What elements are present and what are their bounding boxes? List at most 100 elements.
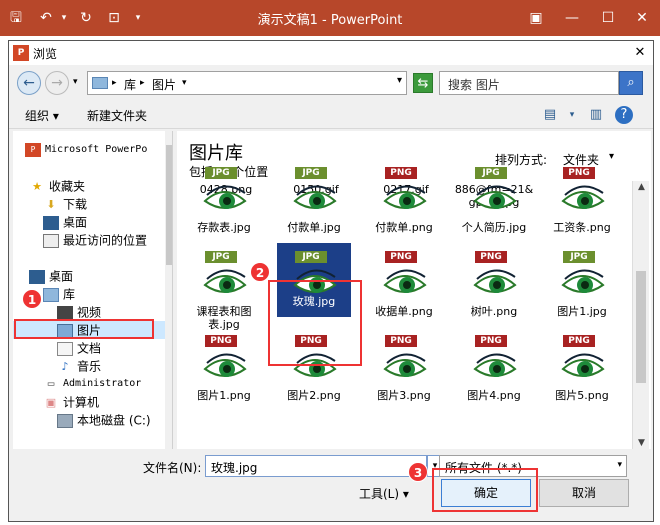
minimize-icon[interactable]: — [560,6,584,30]
nav-item-powerpoint[interactable]: P Microsoft PowerPo [25,141,172,159]
file-name: 图片1.png [197,389,251,402]
eye-icon [561,185,605,209]
breadcrumb-dropdown-icon[interactable]: ▾ [182,78,187,88]
presentation-icon[interactable]: ⊡ [104,8,124,28]
breadcrumb-library[interactable]: 库 [124,76,136,93]
user-folder-icon: ▭ [47,377,55,390]
forward-button[interactable]: → [45,71,69,95]
file-type-badge: PNG [475,335,507,347]
nav-item-recent[interactable]: 最近访问的位置 [43,231,172,249]
eye-icon [203,185,247,209]
jpg-file-icon: JPG [199,163,249,219]
eye-icon [203,269,247,293]
filename-input[interactable]: 玫瑰.jpg [205,455,427,477]
file-item[interactable]: PNG 图片1.png [181,331,267,427]
file-name: 树叶.png [470,305,518,318]
file-name: 课程表和图表.jpg [196,305,252,331]
file-name: 收据单.png [375,305,433,318]
video-icon [57,305,73,320]
nav-scrollbar[interactable] [165,131,172,449]
breadcrumb-separator-icon[interactable]: ▸ [140,78,145,88]
annotation-box-pictures [14,319,154,339]
file-scrollbar[interactable]: ▲ ▼ [632,181,649,449]
nav-item-favorites[interactable]: ★ 收藏夹 [29,177,172,195]
nav-item-local-disk[interactable]: 本地磁盘 (C:) [57,411,172,429]
close-icon[interactable]: ✕ [631,44,649,62]
tools-menu[interactable]: 工具(L) ▾ [359,485,409,502]
nav-item-documents[interactable]: 文档 [57,339,172,357]
step-badge-3: 3 [408,462,428,482]
cancel-button[interactable]: 取消 [539,479,629,507]
search-icon[interactable]: ⌕ [619,71,643,95]
breadcrumb-separator-icon[interactable]: ▸ [112,78,117,88]
file-item[interactable]: PNG 收据单.png [361,247,447,343]
file-item[interactable]: JPG 图片1.jpg [539,247,625,343]
search-input[interactable]: 搜索 图片 [439,71,619,95]
eye-icon [473,353,517,377]
nav-item-music[interactable]: ♪ 音乐 [57,357,172,375]
dialog-footer: 文件名(N): 玫瑰.jpg ▾ 所有文件 (*.*) ▾ 工具(L) ▾ 确定… [9,451,653,523]
address-dropdown-icon[interactable]: ▾ [397,75,402,86]
nav-item-libraries[interactable]: 库 [43,285,172,303]
eye-icon [203,353,247,377]
maximize-icon[interactable]: ☐ [596,6,620,30]
png-file-icon: PNG [379,247,429,303]
sort-dropdown-icon[interactable]: ▾ [609,151,614,162]
file-item[interactable]: PNG 付款单.png [361,163,447,259]
undo-icon[interactable]: ↶ [36,8,56,28]
file-type-badge: JPG [563,251,595,263]
nav-item-administrator[interactable]: ▭ Administrator [43,375,172,393]
file-item[interactable]: PNG 树叶.png [451,247,537,343]
view-icon[interactable]: ▤ [541,106,559,124]
file-item[interactable]: PNG 图片4.png [451,331,537,427]
nav-item-computer[interactable]: ▣ 计算机 [43,393,172,411]
address-bar[interactable]: ▸ 库 ▸ 图片 ▾ ▾ [87,71,407,95]
save-icon[interactable]: 🖫 [6,8,26,28]
breadcrumb-pictures[interactable]: 图片 [152,76,176,93]
file-item[interactable]: JPG 个人简历.jpg [451,163,537,259]
nav-item-downloads[interactable]: ⬇ 下载 [43,195,172,213]
scroll-up-icon[interactable]: ▲ [633,182,650,192]
recent-pages-icon[interactable]: ▾ [73,77,78,87]
undo-dropdown-icon[interactable]: ▾ [54,8,74,28]
organize-button[interactable]: 组织 ▾ [25,107,59,124]
file-list-pane: 图片库 包括: 2 个位置 排列方式: 文件夹 ▾ 0428.png 0150.… [177,131,651,449]
file-item[interactable]: PNG 图片5.png [539,331,625,427]
filetype-dropdown-icon[interactable]: ▾ [617,460,622,470]
ribbon-display-icon[interactable]: ▣ [524,6,548,30]
nav-item-desktop-root[interactable]: 桌面 [29,267,172,285]
file-name: 图片3.png [377,389,431,402]
file-item[interactable]: JPG 课程表和图表.jpg [181,247,267,343]
file-item[interactable]: JPG 存款表.jpg [181,163,267,259]
file-scroll-thumb[interactable] [636,271,646,383]
nav-item-desktop[interactable]: 桌面 [43,213,172,231]
preview-pane-icon[interactable]: ▥ [587,106,605,124]
file-type-badge: PNG [205,335,237,347]
nav-scroll-thumb[interactable] [166,145,172,265]
jpg-file-icon: JPG [469,163,519,219]
file-type-badge: PNG [385,335,417,347]
computer-icon: ▣ [45,395,57,409]
jpg-file-icon: JPG [557,247,607,303]
view-dropdown-icon[interactable]: ▾ [563,106,581,124]
back-button[interactable]: ← [17,71,41,95]
file-item[interactable]: PNG 图片3.png [361,331,447,427]
documents-icon [57,341,73,356]
desktop-icon [29,269,45,284]
eye-icon [561,353,605,377]
new-folder-button[interactable]: 新建文件夹 [87,107,147,124]
file-type-badge: JPG [295,251,327,263]
customize-toolbar-icon[interactable]: ▾ [128,8,148,28]
annotation-box-ok [432,468,538,512]
file-name: 图片5.png [555,389,609,402]
redo-icon[interactable]: ↻ [76,8,96,28]
eye-icon [561,269,605,293]
eye-icon [473,269,517,293]
scroll-down-icon[interactable]: ▼ [633,438,650,448]
help-icon[interactable]: ? [615,106,633,124]
refresh-button[interactable]: ⇆ [413,73,433,93]
file-item[interactable]: PNG 工资条.png [539,163,625,259]
close-window-icon[interactable]: ✕ [630,6,654,30]
png-file-icon: PNG [199,331,249,387]
disk-icon [57,413,73,428]
